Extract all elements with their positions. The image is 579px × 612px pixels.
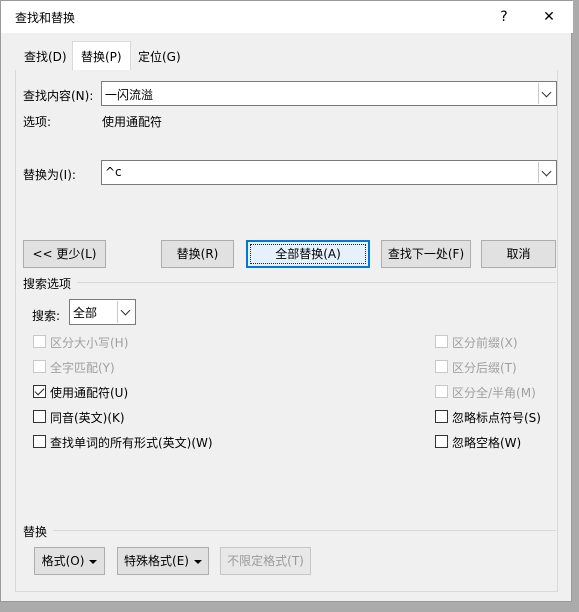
replace-label: 替换为(I): bbox=[23, 168, 76, 182]
find-label: 查找内容(N): bbox=[23, 89, 94, 103]
checkbox-whole-word[interactable] bbox=[33, 360, 46, 373]
find-next-button[interactable]: 查找下一处(F) bbox=[381, 240, 471, 268]
replace-all-button[interactable]: 全部替换(A) bbox=[246, 240, 370, 268]
replace-button[interactable]: 替换(R) bbox=[161, 240, 234, 268]
find-replace-dialog: 查找和替换 ? ✕ 查找(D) 替换(P) 定位(G) 查找内容(N): 一闪流… bbox=[0, 0, 573, 602]
search-options-title: 搜索选项 bbox=[23, 277, 72, 291]
replace-section-title: 替换 bbox=[23, 525, 48, 539]
find-dropdown[interactable] bbox=[538, 83, 555, 104]
search-direction-value: 全部 bbox=[73, 306, 98, 320]
replace-panel bbox=[15, 70, 558, 592]
tab-goto[interactable]: 定位(G) bbox=[130, 44, 189, 70]
window-title: 查找和替换 bbox=[15, 11, 76, 25]
checkbox-match-case[interactable] bbox=[33, 335, 46, 348]
ignore-whitespace-label: 忽略空格(W) bbox=[452, 436, 522, 450]
no-formatting-button[interactable]: 不限定格式(T) bbox=[220, 547, 311, 575]
search-direction-label: 搜索: bbox=[32, 309, 61, 323]
checkbox-ignore-whitespace[interactable] bbox=[435, 435, 448, 448]
format-label: 格式(O) bbox=[41, 554, 85, 568]
replace-value: ^c bbox=[105, 165, 122, 179]
tab-replace[interactable]: 替换(P) bbox=[72, 41, 131, 71]
replace-dropdown[interactable] bbox=[538, 162, 555, 183]
checkbox-use-wildcards[interactable] bbox=[33, 385, 46, 398]
close-icon[interactable]: ✕ bbox=[536, 5, 562, 29]
help-icon[interactable]: ? bbox=[491, 5, 517, 29]
match-suffix-label: 区分后缀(T) bbox=[452, 361, 517, 375]
focus-ring bbox=[250, 244, 366, 264]
less-button[interactable]: << 更少(L) bbox=[23, 240, 106, 268]
cancel-button[interactable]: 取消 bbox=[481, 240, 556, 268]
title-bar: 查找和替换 ? ✕ bbox=[1, 1, 573, 33]
use-wildcards-label: 使用通配符(U) bbox=[50, 386, 129, 400]
whole-word-label: 全字匹配(Y) bbox=[50, 361, 115, 375]
checkbox-match-prefix[interactable] bbox=[435, 335, 448, 348]
checkbox-sounds-like[interactable] bbox=[33, 410, 46, 423]
search-options-separator bbox=[77, 282, 556, 283]
dropdown-arrow-icon bbox=[193, 559, 202, 564]
match-prefix-label: 区分前缀(X) bbox=[452, 336, 518, 350]
chevron-down-icon bbox=[541, 166, 552, 177]
match-case-label: 区分大小写(H) bbox=[50, 336, 129, 350]
format-button[interactable]: 格式(O) bbox=[34, 547, 105, 575]
special-button[interactable]: 特殊格式(E) bbox=[117, 547, 209, 575]
find-value: 一闪流溢 bbox=[105, 88, 154, 102]
chevron-down-icon bbox=[120, 305, 131, 316]
tab-find[interactable]: 查找(D) bbox=[16, 44, 75, 70]
checkbox-match-width[interactable] bbox=[435, 385, 448, 398]
options-label: 选项: bbox=[23, 115, 52, 129]
find-input[interactable]: 一闪流溢 bbox=[101, 81, 557, 106]
checkbox-match-suffix[interactable] bbox=[435, 360, 448, 373]
dropdown-arrow-icon bbox=[89, 559, 98, 564]
options-value: 使用通配符 bbox=[102, 115, 163, 129]
checkbox-all-word-forms[interactable] bbox=[33, 435, 46, 448]
all-word-forms-label: 查找单词的所有形式(英文)(W) bbox=[50, 436, 213, 450]
match-width-label: 区分全/半角(M) bbox=[452, 386, 536, 400]
replace-section-separator bbox=[53, 530, 556, 531]
chevron-down-icon bbox=[541, 87, 552, 98]
search-direction-select[interactable]: 全部 bbox=[69, 299, 136, 325]
replace-input[interactable]: ^c bbox=[101, 160, 557, 185]
special-label: 特殊格式(E) bbox=[124, 554, 189, 568]
sounds-like-label: 同音(英文)(K) bbox=[50, 411, 125, 425]
checkbox-ignore-punctuation[interactable] bbox=[435, 410, 448, 423]
search-direction-dropdown[interactable] bbox=[117, 301, 134, 323]
ignore-punctuation-label: 忽略标点符号(S) bbox=[452, 411, 541, 425]
